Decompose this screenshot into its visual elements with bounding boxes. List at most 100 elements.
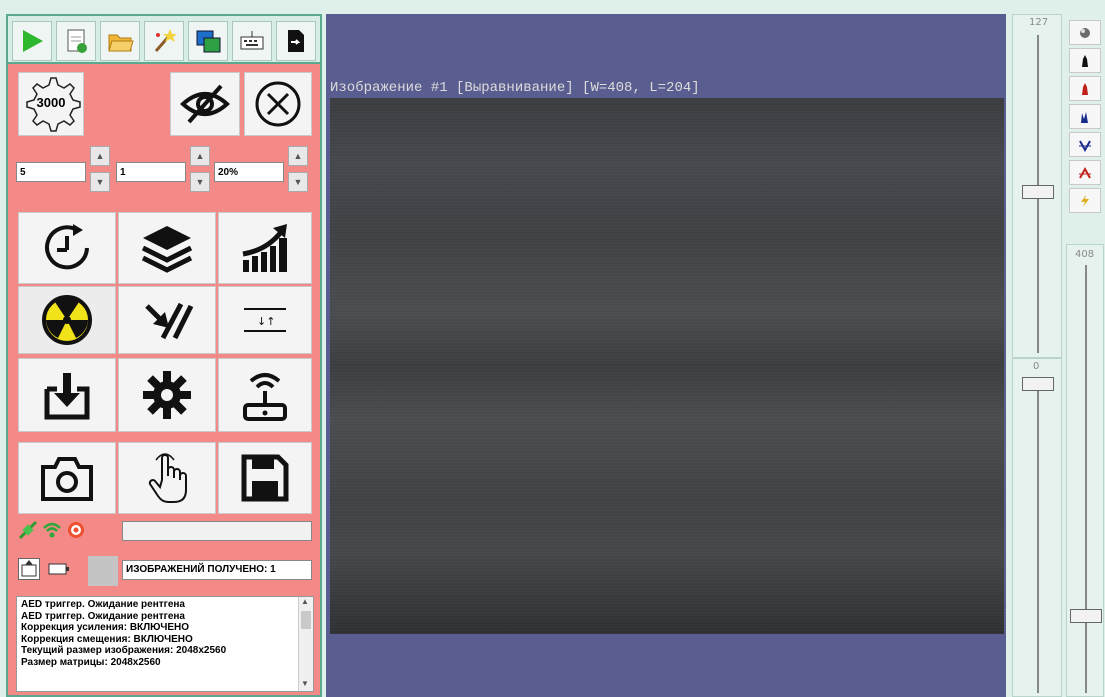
export-icon: [288, 30, 304, 52]
curve-down-button[interactable]: [1069, 132, 1101, 157]
image-title: Изображение #1 [Выравнивание] [W=408, L=…: [330, 80, 700, 96]
log-line: Коррекция усиления: ВКЛЮЧЕНО: [21, 622, 190, 633]
window-slider[interactable]: 408: [1066, 244, 1104, 697]
new-document-icon: [67, 29, 87, 53]
curve-up-icon: [1079, 166, 1091, 178]
radiation-icon: [42, 295, 92, 345]
histogram-blue-icon: [1079, 111, 1091, 123]
preset-button-1[interactable]: [1069, 20, 1101, 45]
gear-3000-button[interactable]: 3000: [18, 72, 84, 136]
spin-1-up[interactable]: ▲: [90, 146, 110, 166]
log-line: AED триггер. Ожидание рентгена: [21, 599, 185, 610]
touch-button[interactable]: [118, 442, 216, 514]
log-line: AED триггер. Ожидание рентгена: [21, 610, 185, 622]
log-scrollbar[interactable]: ▲ ▼: [298, 597, 313, 691]
timer-button[interactable]: [18, 212, 116, 284]
sensor-status: [66, 520, 86, 540]
level-slider-top[interactable]: 127: [1012, 14, 1062, 358]
wireless-button[interactable]: [218, 358, 312, 432]
camera-button[interactable]: [18, 442, 116, 514]
close-icon: [255, 81, 301, 127]
windows-button[interactable]: [188, 21, 228, 61]
wifi-status: [42, 520, 62, 540]
spin-2-down[interactable]: ▼: [190, 172, 210, 192]
eye-off-icon: [180, 84, 230, 124]
windows-icon: [196, 30, 221, 53]
floppy-disk-icon: [241, 454, 289, 502]
top-slider-thumb[interactable]: [1022, 185, 1054, 199]
event-log[interactable]: AED триггер. Ожидание рентгена AED тригг…: [16, 596, 314, 692]
connection-plug-status: [18, 520, 38, 540]
curve-up-button[interactable]: [1069, 160, 1101, 185]
import-button[interactable]: [18, 358, 116, 432]
align-button[interactable]: ↓↑: [218, 286, 312, 354]
xray-image[interactable]: [330, 98, 1004, 634]
lightning-icon: [1081, 194, 1089, 207]
magic-wand-button[interactable]: [144, 21, 184, 61]
slider-track-line: [1037, 377, 1039, 693]
histogram-button-1[interactable]: [1069, 48, 1101, 73]
diagonal-arrows-icon: [145, 302, 193, 340]
spin-2-input[interactable]: [116, 162, 186, 182]
histogram-button-3[interactable]: [1069, 104, 1101, 129]
wireless-router-icon: [243, 373, 287, 421]
preview-box: [88, 556, 118, 586]
camera-icon: [41, 457, 93, 501]
spin-2-up[interactable]: ▲: [190, 146, 210, 166]
keyboard-button[interactable]: [232, 21, 272, 61]
growth-button[interactable]: [218, 212, 312, 284]
scroll-down-arrow[interactable]: ▼: [301, 679, 309, 688]
battery-status: [46, 560, 72, 578]
spin-box-1: ▲ ▼: [16, 146, 114, 192]
images-received-counter: ИЗОБРАЖЕНИЙ ПОЛУЧЕНО: 1: [122, 560, 312, 580]
battery-icon: [48, 563, 69, 575]
spin-box-3: ▲ ▼: [214, 146, 312, 192]
play-button[interactable]: [12, 21, 52, 61]
spin-1-input[interactable]: [16, 162, 86, 182]
layers-button[interactable]: [118, 212, 216, 284]
sphere-icon: [1080, 27, 1090, 38]
save-button[interactable]: [218, 442, 312, 514]
status-progress-field: [122, 521, 312, 541]
export-button[interactable]: [276, 21, 316, 61]
hide-button[interactable]: [170, 72, 240, 136]
log-line: Текущий размер изображения: 2048x2560: [21, 645, 227, 656]
open-folder-button[interactable]: [100, 21, 140, 61]
main-toolbar: [6, 14, 322, 64]
histogram-button-2[interactable]: [1069, 76, 1101, 101]
histogram-icon: [1079, 54, 1091, 67]
target-icon: [68, 522, 84, 538]
close-button[interactable]: [244, 72, 312, 136]
magic-wand-icon: [154, 29, 177, 52]
bottom-slider-thumb[interactable]: [1022, 377, 1054, 391]
settings-button[interactable]: [118, 358, 216, 432]
window-slider-thumb[interactable]: [1070, 609, 1102, 623]
svg-text:↓↑: ↓↑: [257, 315, 275, 328]
new-document-button[interactable]: [56, 21, 96, 61]
curve-down-icon: [1079, 140, 1091, 152]
gear-label: 3000: [36, 95, 66, 110]
download-icon: [44, 373, 90, 420]
slider-track-line: [1085, 265, 1087, 693]
plug-icon: [18, 520, 38, 540]
hand-pointer-icon: [148, 453, 187, 503]
upload-box-icon: [21, 560, 37, 577]
spin-1-down[interactable]: ▼: [90, 172, 110, 192]
spin-3-up[interactable]: ▲: [288, 146, 308, 166]
scroll-thumb[interactable]: [301, 611, 311, 629]
level-slider-bottom[interactable]: 0: [1012, 358, 1062, 697]
radiation-button[interactable]: [18, 286, 116, 354]
layers-icon: [141, 226, 193, 273]
wifi-icon: [43, 522, 61, 538]
play-icon: [23, 30, 43, 52]
scroll-up-arrow[interactable]: ▲: [301, 597, 309, 606]
growth-chart-icon: [242, 224, 287, 272]
log-line: Размер матрицы: 2048x2560: [21, 656, 161, 668]
sort-button[interactable]: [118, 286, 216, 354]
keyboard-icon: [240, 31, 264, 50]
spin-3-down[interactable]: ▼: [288, 172, 308, 192]
spin-box-2: ▲ ▼: [116, 146, 214, 192]
spin-3-input[interactable]: [214, 162, 284, 182]
log-line: Коррекция смещения: ВКЛЮЧЕНО: [21, 633, 193, 645]
auto-button[interactable]: [1069, 188, 1101, 213]
